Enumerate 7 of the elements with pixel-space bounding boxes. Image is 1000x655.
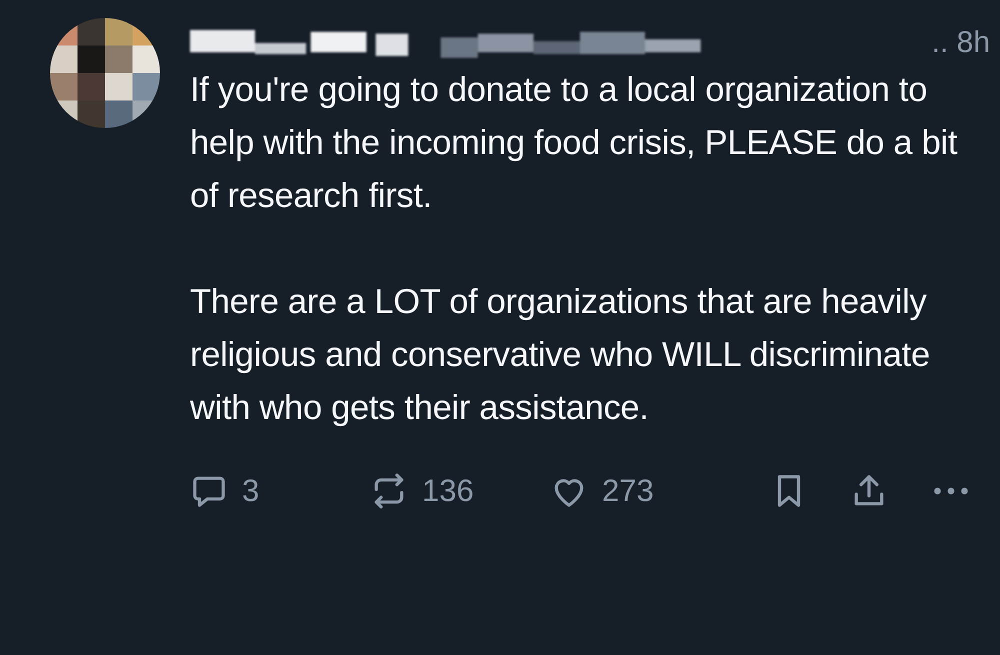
post-text: If you're going to donate to a local organization to help with the incoming food crisis, PLEASE do a bit of research first. [190,70,958,217]
action-count: 273 [602,473,654,509]
post-time: .. 8h [932,26,990,60]
action-count: 136 [422,473,474,509]
more-icon[interactable] [932,485,970,497]
action-count: 3 [242,473,260,509]
post-text: There are a LOT of organizations that are heavily religious and conservative who WILL discriminate with who gets their assistance. [190,282,931,429]
